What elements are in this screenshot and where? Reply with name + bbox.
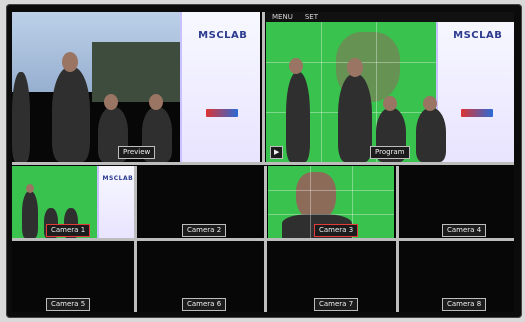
preview-tile[interactable]: MSCLAB Preview [12,12,260,162]
banner-logo: MSCLAB [102,174,134,182]
camera-tile-2[interactable]: Camera 2 [138,166,260,238]
grid-divider-horizontal [12,162,514,165]
camera-tile-1[interactable]: MSCLAB Camera 1 [12,166,134,238]
banner-badge [461,109,493,117]
person [338,74,372,162]
camera-tile-5[interactable]: Camera 5 [12,242,134,312]
program-tile[interactable]: MSCLAB MENU SET Program ▶ [266,12,514,162]
person [286,72,310,162]
camera-tile-8[interactable]: Camera 8 [400,242,514,312]
grid-divider-horizontal [12,238,514,241]
camera-label: Camera 7 [314,298,359,311]
person-head [104,94,118,110]
camera-tile-7[interactable]: Camera 7 [268,242,394,312]
person-head [423,96,437,111]
person [52,67,90,162]
person-head [289,58,303,74]
camera-label: Camera 1 [46,224,91,237]
program-menu-bar: MENU SET [266,12,514,22]
person [12,72,30,162]
grid-divider-vertical [262,12,265,162]
camera-tile-4[interactable]: Camera 4 [400,166,514,238]
person-head [62,52,78,72]
menu-item[interactable]: SET [305,13,318,21]
banner-logo: MSCLAB [453,30,503,41]
person [22,191,38,238]
camera-face [296,172,336,220]
banner-logo: MSCLAB [198,30,248,41]
program-mini-icon: ▶ [270,146,284,159]
person [416,108,446,162]
banner-badge [206,109,238,117]
camera-banner: MSCLAB [97,166,134,238]
person-head [149,94,163,110]
multiview-screen: MSCLAB Preview MSCLAB MENU SET Program ▶… [12,12,514,312]
camera-label: Camera 2 [182,224,227,237]
camera-tile-6[interactable]: Camera 6 [138,242,260,312]
menu-item[interactable]: MENU [272,13,293,21]
guide-line [268,190,394,191]
camera-label: Camera 8 [442,298,487,311]
guide-line [310,166,311,238]
program-banner: MSCLAB [436,12,514,162]
person-head [347,58,363,77]
guide-line [321,22,322,162]
guide-line [268,214,394,215]
camera-label: Camera 4 [442,224,487,237]
camera-label: Camera 3 [314,224,359,237]
preview-label: Preview [118,146,156,159]
camera-label: Camera 6 [182,298,227,311]
person-head [26,184,34,193]
camera-tile-3[interactable]: Camera 3 [268,166,394,238]
preview-banner: MSCLAB [180,12,260,162]
person-head [383,96,397,111]
camera-label: Camera 5 [46,298,91,311]
program-label: Program [370,146,410,159]
